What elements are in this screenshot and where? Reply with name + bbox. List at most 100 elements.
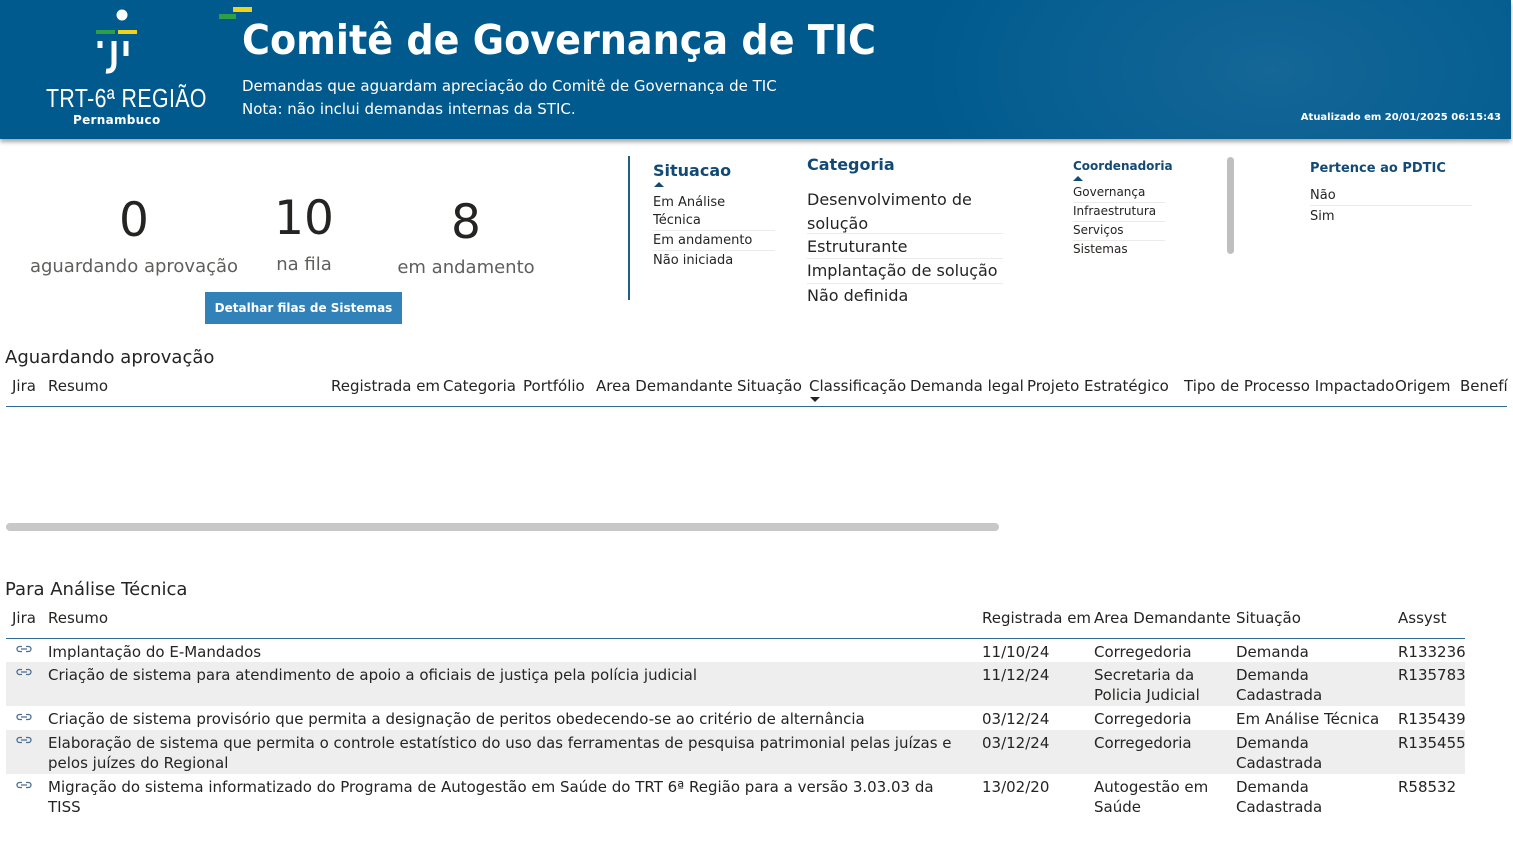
cell-resumo: Elaboração de sistema que permita o cont… bbox=[48, 734, 952, 772]
coordenadoria-scrollbar[interactable] bbox=[1227, 157, 1234, 254]
slicer-coordenadoria-item-governanca[interactable]: Governança bbox=[1073, 185, 1145, 199]
slicer-pdtic-item-sim[interactable]: Sim bbox=[1310, 209, 1335, 224]
column-header-portfolio[interactable]: Portfólio bbox=[523, 377, 585, 395]
column-header-tipo-processo[interactable]: Tipo de Processo Impactado bbox=[1184, 377, 1394, 395]
report-header: TRT-6ª REGIÃO Pernambuco Comitê de Gover… bbox=[0, 0, 1511, 139]
detail-systems-queues-button[interactable]: Detalhar filas de Sistemas bbox=[205, 292, 402, 324]
table-row: Criação de sistema provisório que permit… bbox=[6, 706, 1466, 730]
column-header-assyst[interactable]: Assyst bbox=[1398, 609, 1446, 627]
column-header-resumo[interactable]: Resumo bbox=[48, 609, 108, 627]
logo-subtitle: Pernambuco bbox=[73, 113, 161, 127]
slicer-coordenadoria-title: Coordenadoria bbox=[1073, 159, 1173, 173]
page-title: Comitê de Governança de TIC bbox=[242, 16, 877, 64]
kpi-in-progress-label: em andamento bbox=[397, 257, 535, 278]
column-header-origem[interactable]: Origem bbox=[1395, 377, 1451, 395]
slicer-separator bbox=[1073, 202, 1165, 203]
cell-registrada: 03/12/24 bbox=[982, 710, 1050, 728]
cell-registrada: 03/12/24 bbox=[982, 734, 1050, 752]
cell-situacao: Demanda Cadastrada bbox=[1236, 734, 1323, 772]
sort-descending-icon bbox=[810, 397, 820, 402]
table-header-border bbox=[6, 406, 1507, 407]
slicer-pdtic-title: Pertence ao PDTIC bbox=[1310, 161, 1446, 176]
horizontal-scrollbar[interactable] bbox=[6, 523, 999, 531]
cell-area: Corregedoria bbox=[1094, 734, 1192, 752]
column-header-situacao[interactable]: Situação bbox=[1236, 609, 1301, 627]
trt-logo-icon bbox=[96, 9, 137, 74]
slicer-situacao-title: Situacao bbox=[653, 161, 732, 180]
table-technical-analysis-title: Para Análise Técnica bbox=[5, 579, 188, 600]
cell-registrada: 11/12/24 bbox=[982, 666, 1050, 684]
cell-situacao: Em Análise Técnica bbox=[1236, 710, 1380, 728]
slicer-situacao-item-nao-iniciada[interactable]: Não iniciada bbox=[653, 253, 733, 268]
slicer-categoria-item-nao-definida[interactable]: Não definida bbox=[807, 286, 908, 305]
column-header-registrada-em[interactable]: Registrada em bbox=[331, 377, 440, 395]
kpi-queue-label: na fila bbox=[276, 254, 332, 275]
slicer-categoria-title: Categoria bbox=[807, 155, 895, 174]
slicer-coordenadoria-item-sistemas[interactable]: Sistemas bbox=[1073, 242, 1128, 256]
slicer-situacao-item-em-analise[interactable]: Em Análise Técnica bbox=[653, 194, 771, 230]
slicer-coordenadoria-item-infraestrutura[interactable]: Infraestrutura bbox=[1073, 204, 1156, 218]
cell-assyst: R135783 bbox=[1398, 666, 1466, 684]
link-icon[interactable] bbox=[16, 734, 32, 746]
column-header-situacao[interactable]: Situação bbox=[737, 377, 802, 395]
cell-resumo: Implantação do E-Mandados bbox=[48, 643, 262, 661]
kpi-in-progress-value: 8 bbox=[451, 195, 481, 250]
cell-situacao: Demanda Cadastrada bbox=[1236, 778, 1323, 816]
cell-area: Autogestão em Saúde bbox=[1094, 778, 1209, 816]
kpi-awaiting-approval-value: 0 bbox=[119, 193, 149, 248]
cell-area: Corregedoria bbox=[1094, 710, 1192, 728]
slicer-categoria-item-implantacao[interactable]: Implantação de solução bbox=[807, 261, 998, 280]
slicer-separator bbox=[807, 258, 1003, 259]
column-header-jira[interactable]: Jira bbox=[12, 609, 36, 627]
slicer-separator bbox=[807, 283, 1003, 284]
slicer-separator bbox=[807, 233, 1003, 234]
column-header-categoria[interactable]: Categoria bbox=[443, 377, 516, 395]
cell-registrada: 11/10/24 bbox=[982, 643, 1050, 661]
logo-name: TRT-6ª REGIÃO bbox=[46, 83, 207, 113]
column-header-jira[interactable]: Jira bbox=[12, 377, 36, 395]
column-header-registrada-em[interactable]: Registrada em bbox=[982, 609, 1091, 627]
cell-assyst: R58532 bbox=[1398, 778, 1457, 796]
table-row: Migração do sistema informatizado do Pro… bbox=[6, 774, 1465, 818]
slicer-separator bbox=[1073, 221, 1165, 222]
cell-area: Corregedoria bbox=[1094, 643, 1192, 661]
cell-assyst: R135455 bbox=[1398, 734, 1466, 752]
cell-resumo: Criação de sistema provisório que permit… bbox=[48, 710, 865, 728]
cell-assyst: R135439 bbox=[1398, 710, 1466, 728]
kpi-awaiting-approval-label: aguardando aprovação bbox=[29, 256, 239, 277]
link-icon[interactable] bbox=[16, 711, 32, 723]
table-row: Criação de sistema para atendimento de a… bbox=[6, 662, 1466, 706]
kpi-queue-value: 10 bbox=[274, 191, 334, 246]
column-header-projeto-estrategico[interactable]: Projeto Estratégico bbox=[1027, 377, 1169, 395]
cell-resumo: Criação de sistema para atendimento de a… bbox=[48, 666, 698, 684]
page-subtitle: Demandas que aguardam apreciação do Comi… bbox=[242, 77, 777, 95]
sort-ascending-icon[interactable] bbox=[1073, 176, 1083, 181]
cell-assyst: R133236 bbox=[1398, 643, 1466, 661]
column-header-beneficio[interactable]: Benefí bbox=[1460, 377, 1508, 395]
last-updated-text: Atualizado em 20/01/2025 06:15:43 bbox=[1300, 112, 1501, 123]
slicer-categoria-item-estruturante[interactable]: Estruturante bbox=[807, 237, 908, 256]
slicer-situacao-item-em-andamento[interactable]: Em andamento bbox=[653, 233, 752, 248]
column-header-area-demandante[interactable]: Area Demandante bbox=[1094, 609, 1231, 627]
column-header-demanda-legal[interactable]: Demanda legal bbox=[910, 377, 1024, 395]
slicer-categoria-item-desenvolvimento[interactable]: Desenvolvimento de solução bbox=[807, 188, 982, 236]
sort-ascending-icon[interactable] bbox=[654, 182, 664, 187]
cell-registrada: 13/02/20 bbox=[982, 778, 1050, 796]
slicer-separator bbox=[1310, 205, 1472, 206]
cell-area: Secretaria da Policia Judicial bbox=[1094, 666, 1200, 704]
slicer-separator bbox=[1073, 240, 1165, 241]
slicer-pdtic-item-nao[interactable]: Não bbox=[1310, 188, 1336, 203]
slicer-divider bbox=[628, 156, 630, 300]
column-header-resumo[interactable]: Resumo bbox=[48, 377, 108, 395]
cell-resumo: Migração do sistema informatizado do Pro… bbox=[48, 778, 934, 816]
slicer-separator bbox=[653, 250, 775, 251]
link-icon[interactable] bbox=[16, 666, 32, 678]
column-header-area-demandante[interactable]: Area Demandante bbox=[596, 377, 733, 395]
table-row: Elaboração de sistema que permita o cont… bbox=[6, 730, 1466, 774]
table-row: Implantação do E-Mandados 11/10/24 Corre… bbox=[6, 639, 1466, 681]
slicer-coordenadoria-item-servicos[interactable]: Serviços bbox=[1073, 223, 1124, 237]
column-header-classificacao[interactable]: Classificação bbox=[809, 377, 906, 395]
cell-situacao: Demanda Cadastrada bbox=[1236, 666, 1323, 704]
link-icon[interactable] bbox=[16, 643, 32, 655]
link-icon[interactable] bbox=[16, 779, 32, 791]
